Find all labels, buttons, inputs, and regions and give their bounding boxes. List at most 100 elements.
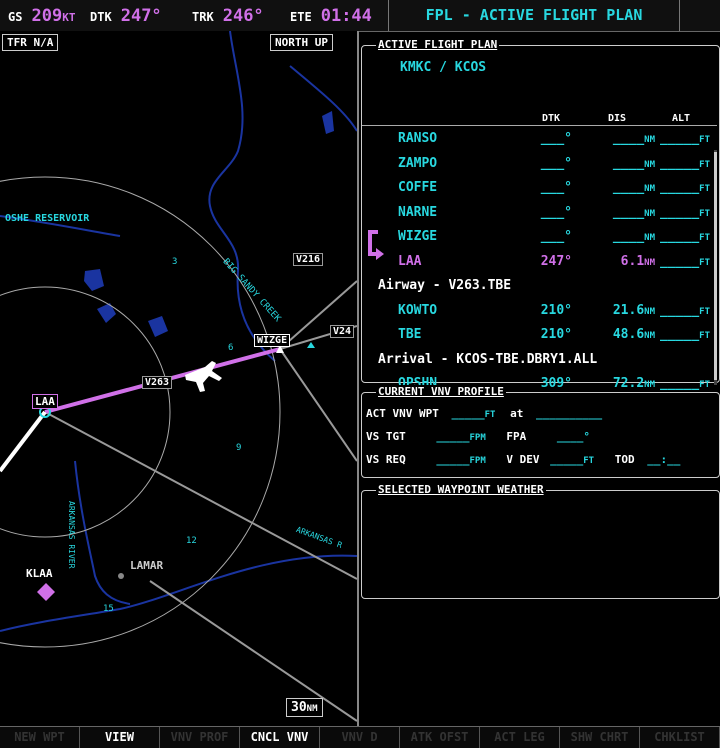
lake-4 (148, 316, 168, 337)
tod-value: __:__ (647, 453, 681, 466)
ete-label: ETE (290, 10, 312, 24)
dis-cell: 72.2NM (580, 376, 655, 391)
reservoir-label: OSHE RESERVOIR (5, 213, 90, 224)
waypoint-name: Arrival - KCOS-TBE.DBRY1.ALL (378, 351, 598, 367)
waypoint-icon (307, 342, 315, 348)
fpa-label: FPA (506, 430, 527, 443)
waypoint-name: ZAMPO (398, 155, 438, 171)
active-flight-plan-title: ACTIVE FLIGHT PLAN (376, 38, 500, 51)
alt-unit: FT (699, 331, 710, 341)
alt-unit: FT (699, 380, 710, 390)
alt-value: _____ (660, 302, 700, 318)
lake-2 (84, 269, 104, 291)
dis-cell: 21.6NM (580, 303, 655, 318)
dis-value: 48.6 (612, 327, 645, 342)
range-ring-label-9: 9 (236, 443, 242, 453)
vdev-value: _____ (550, 453, 584, 466)
flight-plan-row[interactable]: LAA 247° 6.1NM _____FT (362, 254, 717, 276)
tfr-status: TFR N/A (2, 34, 59, 51)
alt-value: _____ (660, 376, 700, 391)
alt-cell: _____FT (654, 156, 710, 171)
alt-cell: _____FT (654, 180, 710, 195)
vs-req-label: VS REQ (366, 453, 406, 466)
softkey-bar: NEW WPT VIEW VNV PROF CNCL VNV VNV D ATK OFST… (0, 726, 720, 748)
alt-value: _____ (660, 180, 700, 195)
flight-plan-row[interactable]: NARNE ___° ____NM _____FT (362, 205, 717, 227)
softkey-act-leg[interactable]: ACT LEG (480, 727, 560, 748)
dtk-value: 247° (540, 253, 572, 269)
dis-cell: 48.6NM (580, 327, 655, 342)
softkey-chklist[interactable]: CHKLIST (640, 727, 720, 748)
lake-1 (322, 111, 334, 134)
map-orientation[interactable]: NORTH UP (270, 34, 333, 51)
softkey-view[interactable]: VIEW (80, 727, 160, 748)
navigation-map[interactable]: TFR N/A NORTH UP OSHE RESERVOIR BIG SAND… (0, 31, 357, 726)
flight-plan-scrollbar-thumb[interactable] (714, 152, 717, 380)
flight-plan-row[interactable]: RANSO ___° ____NM _____FT (362, 131, 717, 153)
alt-value: _____ (660, 155, 700, 171)
dtk-value: ___° (540, 155, 572, 171)
flight-plan-row[interactable]: ZAMPO ___° ____NM _____FT (362, 156, 717, 178)
dis-value: ____ (612, 204, 645, 220)
vs-tgt-unit: FPM (469, 433, 486, 443)
dis-value: ____ (612, 180, 645, 195)
softkey-vnv-prof[interactable]: VNV PROF (160, 727, 240, 748)
softkey-cncl-vnv[interactable]: CNCL VNV (240, 727, 320, 748)
softkey-new-wpt[interactable]: NEW WPT (0, 727, 80, 748)
alt-value: _____ (660, 131, 700, 146)
gs-unit: KT (62, 11, 76, 24)
airway-v263 (279, 348, 357, 462)
waypoint-name: RANSO (398, 131, 438, 146)
waypoint-name: KOWTO (398, 302, 438, 318)
vs-req-unit: FPM (469, 456, 486, 466)
ete: ETE 01:44 (290, 6, 372, 26)
airway-v216-label: V216 (293, 253, 324, 266)
dis-cell: ____NM (580, 229, 655, 244)
waypoint-name: LAA (398, 253, 422, 269)
header-separator (362, 125, 717, 126)
map-range[interactable]: 30NM (286, 698, 323, 717)
laa-map-label: LAA (32, 394, 58, 409)
top-status-bar: GS 209KT DTK 247° TRK 246° ETE 01:44 FPL… (0, 0, 720, 32)
waypoint-name: COFFE (398, 180, 438, 195)
panel-divider (357, 31, 359, 726)
active-flight-plan-box: ACTIVE FLIGHT PLAN KMKC / KCOS DTK DIS A… (361, 38, 720, 391)
flight-plan-row[interactable]: WIZGE ___° ____NM _____FT (362, 229, 717, 251)
vs-tgt-value: _____ (436, 430, 470, 443)
page-title: FPL - ACTIVE FLIGHT PLAN (388, 0, 680, 31)
waypoint-name: TBE (398, 327, 422, 342)
trk-label: TRK (192, 10, 214, 24)
desired-track: DTK 247° (90, 6, 162, 26)
dtk-value: 309° (540, 376, 572, 391)
ground-speed: GS 209KT (8, 6, 75, 26)
waypoint-name: Airway - V263.TBE (378, 278, 512, 293)
softkey-shw-chrt[interactable]: SHW CHRT (560, 727, 640, 748)
dtk-value: 210° (540, 302, 572, 318)
dis-header: DIS (608, 113, 627, 124)
at-value: __________ (535, 407, 603, 420)
alt-value: _____ (660, 327, 700, 342)
route-label: KMKC / KCOS (400, 60, 487, 75)
range-ring-label-12: 12 (186, 536, 197, 546)
alt-cell: _____FT (654, 303, 710, 318)
waypoint-name: NARNE (398, 204, 438, 220)
softkey-atk-ofst[interactable]: ATK OFST (400, 727, 480, 748)
alt-cell: _____FT (654, 229, 710, 244)
range-ring-label-15: 15 (103, 604, 114, 614)
alt-unit: FT (699, 208, 710, 219)
alt-unit: FT (699, 184, 710, 194)
dtk-header: DTK (542, 113, 561, 124)
softkey-vnv-d[interactable]: VNV D (320, 727, 400, 748)
range-ring-label-3: 3 (172, 257, 178, 267)
waypoint-weather-box: SELECTED WAYPOINT WEATHER (361, 483, 720, 599)
flight-plan-row[interactable]: TBE 210° 48.6NM _____FT (362, 327, 717, 349)
alt-value: _____ (660, 253, 700, 269)
flight-plan-row[interactable]: COFFE ___° ____NM _____FT (362, 180, 717, 202)
act-vnv-wpt-unit: FT (484, 410, 496, 420)
flight-plan-row[interactable]: KOWTO 210° 21.6NM _____FT (362, 303, 717, 325)
alt-unit: FT (699, 159, 710, 170)
airway-v216 (279, 280, 357, 350)
alt-unit: FT (699, 233, 710, 243)
map-range-value: 30 (291, 700, 307, 715)
active-leg-arrow-icon (368, 230, 384, 260)
